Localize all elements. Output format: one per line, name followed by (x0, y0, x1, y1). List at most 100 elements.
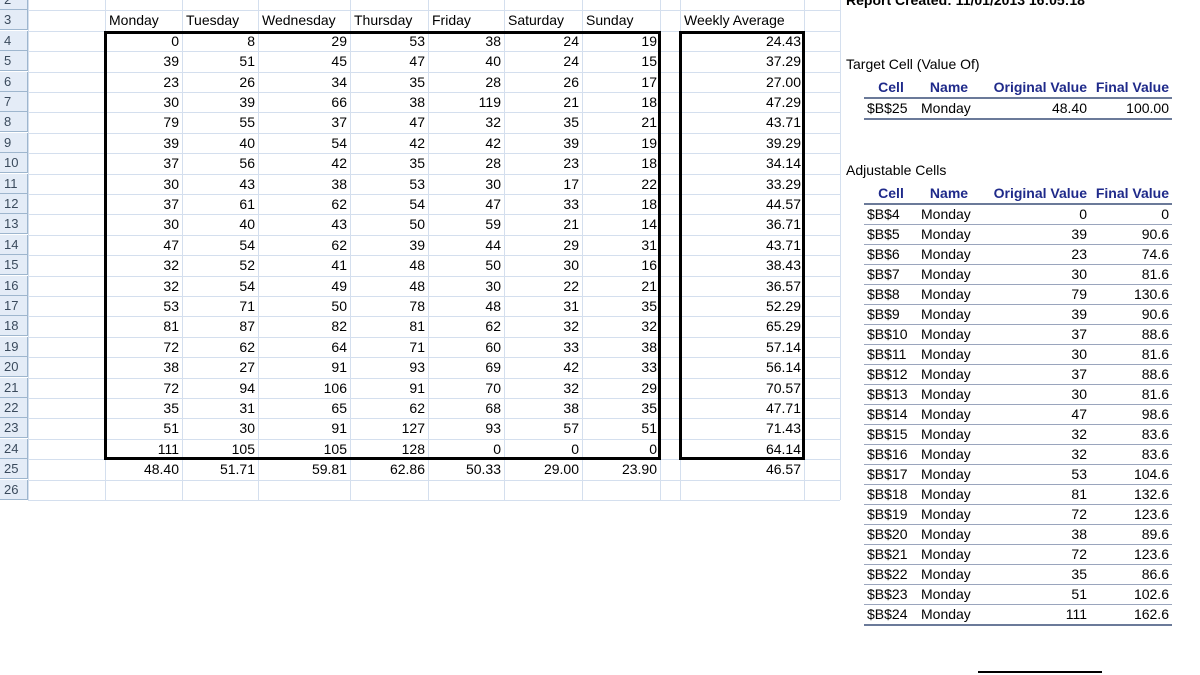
data-cell[interactable]: 8 (182, 31, 258, 51)
data-cell[interactable]: 51 (182, 51, 258, 71)
row-header[interactable]: 12 (0, 194, 28, 214)
row-header[interactable]: 23 (0, 418, 28, 439)
data-cell[interactable]: 72 (105, 337, 182, 357)
data-cell[interactable]: 17 (504, 174, 582, 194)
data-cell[interactable]: 91 (258, 418, 350, 438)
data-cell[interactable]: 26 (182, 72, 258, 92)
data-cell[interactable]: 47 (350, 51, 428, 71)
average-cell[interactable]: 34.14 (680, 153, 804, 173)
data-cell[interactable]: 62 (258, 235, 350, 255)
row-header[interactable]: 19 (0, 336, 28, 357)
average-cell[interactable]: 38.43 (680, 255, 804, 275)
data-cell[interactable]: 54 (258, 133, 350, 153)
data-cell[interactable]: 47 (105, 235, 182, 255)
total-cell[interactable]: 23.90 (582, 459, 660, 479)
data-cell[interactable]: 54 (350, 194, 428, 214)
data-cell[interactable]: 42 (504, 357, 582, 377)
total-cell[interactable]: 51.71 (182, 459, 258, 479)
row-header[interactable]: 7 (0, 92, 28, 112)
data-cell[interactable]: 62 (428, 316, 504, 336)
total-cell[interactable]: 50.33 (428, 459, 504, 479)
total-cell[interactable]: 59.81 (258, 459, 350, 479)
average-cell[interactable]: 71.43 (680, 418, 804, 438)
data-cell[interactable]: 127 (350, 418, 428, 438)
average-cell[interactable]: 56.14 (680, 357, 804, 377)
data-cell[interactable]: 43 (258, 214, 350, 234)
data-cell[interactable]: 71 (182, 296, 258, 316)
data-cell[interactable]: 28 (428, 72, 504, 92)
data-cell[interactable]: 106 (258, 378, 350, 398)
data-cell[interactable]: 62 (258, 194, 350, 214)
data-cell[interactable]: 71 (350, 337, 428, 357)
data-cell[interactable]: 35 (350, 153, 428, 173)
data-cell[interactable]: 29 (258, 31, 350, 51)
column-header-cell[interactable]: Wednesday (258, 10, 350, 30)
data-cell[interactable]: 65 (258, 398, 350, 418)
data-cell[interactable]: 38 (504, 398, 582, 418)
data-cell[interactable]: 43 (182, 174, 258, 194)
row-header[interactable]: 25 (0, 459, 28, 480)
data-cell[interactable]: 53 (350, 174, 428, 194)
average-cell[interactable]: 47.29 (680, 92, 804, 112)
data-cell[interactable]: 30 (105, 174, 182, 194)
data-cell[interactable]: 51 (105, 418, 182, 438)
data-cell[interactable]: 119 (428, 92, 504, 112)
average-cell[interactable]: 36.57 (680, 276, 804, 296)
data-cell[interactable]: 31 (182, 398, 258, 418)
data-cell[interactable]: 27 (182, 357, 258, 377)
data-cell[interactable]: 0 (504, 439, 582, 459)
data-cell[interactable]: 50 (428, 255, 504, 275)
data-cell[interactable]: 32 (428, 112, 504, 132)
average-cell[interactable]: 37.29 (680, 51, 804, 71)
data-cell[interactable]: 30 (105, 214, 182, 234)
data-cell[interactable]: 21 (504, 214, 582, 234)
data-cell[interactable]: 32 (105, 276, 182, 296)
data-cell[interactable]: 38 (105, 357, 182, 377)
data-cell[interactable]: 39 (105, 51, 182, 71)
data-cell[interactable]: 19 (582, 31, 660, 51)
data-cell[interactable]: 39 (105, 133, 182, 153)
data-cell[interactable]: 48 (350, 255, 428, 275)
data-cell[interactable]: 56 (182, 153, 258, 173)
data-cell[interactable]: 57 (504, 418, 582, 438)
average-cell[interactable]: 57.14 (680, 337, 804, 357)
data-cell[interactable]: 42 (258, 153, 350, 173)
data-cell[interactable]: 72 (105, 378, 182, 398)
data-cell[interactable]: 0 (428, 439, 504, 459)
data-cell[interactable]: 32 (582, 316, 660, 336)
row-header[interactable]: 10 (0, 153, 28, 174)
data-cell[interactable]: 23 (504, 153, 582, 173)
row-header[interactable]: 17 (0, 296, 28, 316)
data-cell[interactable]: 18 (582, 153, 660, 173)
average-cell[interactable]: 43.71 (680, 235, 804, 255)
total-average-cell[interactable]: 46.57 (680, 459, 804, 479)
data-cell[interactable]: 30 (105, 92, 182, 112)
data-cell[interactable]: 44 (428, 235, 504, 255)
data-cell[interactable]: 32 (504, 316, 582, 336)
data-cell[interactable]: 14 (582, 214, 660, 234)
data-cell[interactable]: 22 (504, 276, 582, 296)
data-cell[interactable]: 38 (350, 92, 428, 112)
data-cell[interactable]: 34 (258, 72, 350, 92)
column-header-cell[interactable]: Friday (428, 10, 504, 30)
data-cell[interactable]: 35 (582, 296, 660, 316)
data-cell[interactable]: 30 (428, 174, 504, 194)
row-header[interactable]: 2 (0, 0, 28, 10)
data-cell[interactable]: 39 (504, 133, 582, 153)
row-header[interactable]: 6 (0, 71, 28, 92)
average-cell[interactable]: 44.57 (680, 194, 804, 214)
data-cell[interactable]: 22 (582, 174, 660, 194)
data-cell[interactable]: 62 (182, 337, 258, 357)
row-header[interactable]: 14 (0, 234, 28, 255)
data-cell[interactable]: 45 (258, 51, 350, 71)
data-cell[interactable]: 62 (350, 398, 428, 418)
data-cell[interactable]: 33 (582, 357, 660, 377)
data-cell[interactable]: 53 (350, 31, 428, 51)
data-cell[interactable]: 28 (428, 153, 504, 173)
data-cell[interactable]: 53 (105, 296, 182, 316)
data-cell[interactable]: 111 (105, 439, 182, 459)
data-cell[interactable]: 52 (182, 255, 258, 275)
total-cell[interactable]: 62.86 (350, 459, 428, 479)
data-cell[interactable]: 68 (428, 398, 504, 418)
data-cell[interactable]: 81 (350, 316, 428, 336)
